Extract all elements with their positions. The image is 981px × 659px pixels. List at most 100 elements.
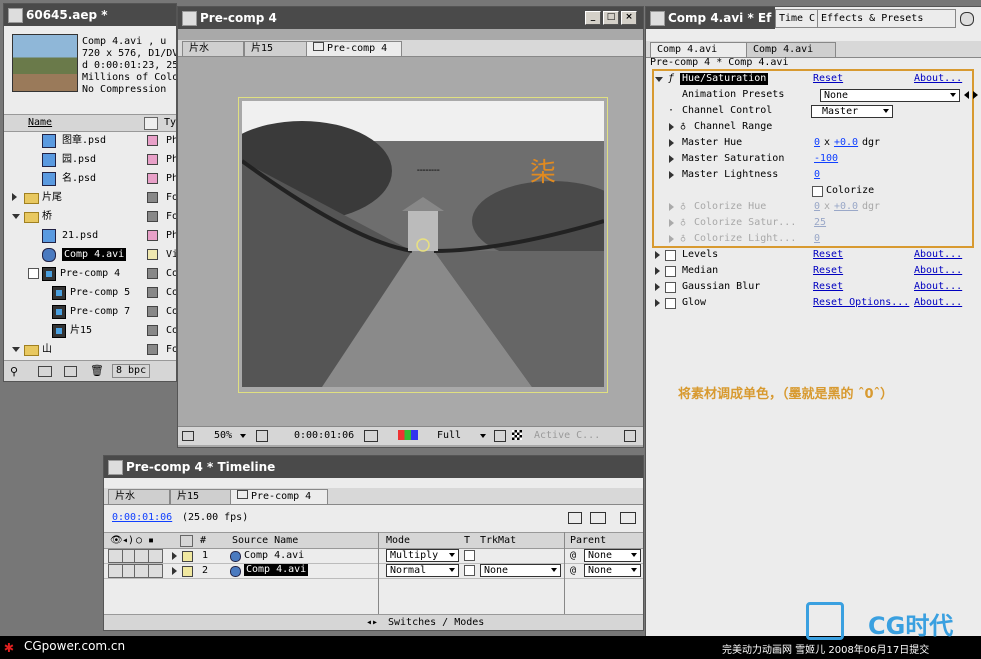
label-color-swatch[interactable] (182, 551, 193, 562)
expand-arrow-icon[interactable] (172, 552, 177, 560)
pickwhip-icon[interactable]: @ (570, 548, 576, 563)
about-link[interactable]: About... (914, 71, 962, 87)
expand-arrow-icon[interactable] (172, 567, 177, 575)
label-color-swatch[interactable] (147, 135, 158, 146)
new-folder-icon[interactable] (38, 366, 52, 377)
eye-toggle-icon[interactable] (108, 564, 123, 578)
timecode-display[interactable]: 0:00:01:06 (294, 429, 354, 443)
minimize-button[interactable]: _ (585, 11, 601, 25)
label-color-swatch[interactable] (147, 154, 158, 165)
solo-toggle-icon[interactable] (134, 564, 149, 578)
header-type[interactable]: Ty (164, 115, 176, 131)
timeline-timecode[interactable]: 0:00:01:06 (112, 512, 172, 523)
title-safe-icon[interactable] (256, 430, 268, 442)
effects-titlebar[interactable]: Comp 4.avi * Ef (646, 7, 775, 29)
snapshot-icon[interactable] (364, 430, 378, 442)
stopwatch-icon[interactable]: ♁ (680, 199, 686, 215)
label-color-swatch[interactable] (147, 211, 158, 222)
tab-pianshui[interactable]: 片水 (108, 489, 170, 504)
project-item[interactable]: 图章.psd Ph (4, 131, 176, 150)
stopwatch-icon[interactable]: ♁ (680, 231, 686, 247)
track-matte-dropdown[interactable]: None (480, 564, 561, 577)
fx-toggle-checkbox[interactable] (665, 298, 676, 309)
effect-row[interactable]: Median Reset About... (646, 263, 981, 279)
expand-arrow-icon[interactable] (655, 299, 660, 307)
project-item[interactable]: Comp 4.avi Vi (4, 245, 176, 264)
zoom-select[interactable]: 50% (214, 429, 232, 443)
project-item[interactable]: 片15 Co (4, 321, 176, 340)
reset-link[interactable]: Reset (813, 263, 843, 279)
effect-row[interactable]: Gaussian Blur Reset About... (646, 279, 981, 295)
region-of-interest-icon[interactable] (494, 430, 506, 442)
expand-arrow-icon[interactable] (12, 193, 17, 201)
expand-arrow-icon[interactable] (655, 283, 660, 291)
project-item[interactable]: Pre-comp 4 Co (4, 264, 176, 283)
expand-arrow-icon[interactable] (669, 155, 674, 163)
lock-toggle-icon[interactable] (148, 549, 163, 563)
new-comp-icon[interactable] (64, 366, 77, 377)
reset-link[interactable]: Reset (813, 279, 843, 295)
label-color-swatch[interactable] (147, 287, 158, 298)
effects-presets-tab[interactable]: Effects & Presets (817, 9, 956, 28)
resolution-dropdown-icon[interactable] (480, 434, 486, 438)
expand-arrow-icon[interactable] (669, 123, 674, 131)
draft-3d-icon[interactable] (590, 512, 606, 524)
effect-hue-saturation[interactable]: ƒ Hue/Saturation Reset About... (646, 71, 981, 87)
colorize-sat-value[interactable]: 25 (814, 215, 826, 231)
label-color-swatch[interactable] (147, 192, 158, 203)
effect-row[interactable]: Glow Reset Options... About... (646, 295, 981, 311)
comp-titlebar[interactable]: Pre-comp 4 _ □ × (178, 7, 643, 29)
hue-degrees[interactable]: +0.0 (834, 199, 858, 215)
reset-link[interactable]: Reset (813, 247, 843, 263)
project-item[interactable]: 21.psd Ph (4, 226, 176, 245)
time-controls-tab[interactable]: Time C (775, 9, 819, 28)
parent-dropdown[interactable]: None (584, 564, 641, 577)
hue-degrees[interactable]: +0.0 (834, 135, 858, 151)
fx-toggle-checkbox[interactable] (665, 250, 676, 261)
header-name[interactable]: Name (28, 115, 52, 131)
reset-link[interactable]: Reset (813, 71, 843, 87)
stopwatch-icon[interactable]: ♁ (680, 119, 686, 135)
about-link[interactable]: About... (914, 279, 962, 295)
timeline-titlebar[interactable]: Pre-comp 4 * Timeline (104, 456, 643, 478)
motion-blur-icon[interactable] (620, 512, 636, 524)
tab-comp4avi[interactable]: Comp 4.avi (650, 42, 750, 57)
colorize-checkbox[interactable] (812, 186, 823, 197)
preserve-transparency-checkbox[interactable] (464, 565, 475, 576)
project-item[interactable]: Pre-comp 7 Co (4, 302, 176, 321)
project-titlebar[interactable]: 60645.aep * (4, 4, 176, 26)
project-item[interactable]: 片尾 Fo (4, 188, 176, 207)
project-item[interactable]: 园.psd Ph (4, 150, 176, 169)
label-color-swatch[interactable] (147, 230, 158, 241)
fx-icon[interactable]: ƒ (668, 71, 674, 87)
tab-comp4avi-2[interactable]: Comp 4.avi (746, 42, 836, 57)
tab-pian15[interactable]: 片15 (244, 41, 308, 56)
hue-revolutions[interactable]: 0 (814, 199, 820, 215)
tab-precomp4[interactable]: Pre-comp 4 (230, 489, 328, 504)
camera-select[interactable]: Active C... (534, 429, 600, 443)
animation-presets-dropdown[interactable]: None (820, 89, 960, 102)
expand-collapse-icon[interactable]: ◂▸ (366, 615, 378, 630)
label-color-swatch[interactable] (147, 173, 158, 184)
label-color-swatch[interactable] (182, 566, 193, 577)
comp-marker-icon[interactable] (568, 512, 582, 524)
label-color-swatch[interactable] (147, 325, 158, 336)
project-item[interactable]: 山 Fo (4, 340, 176, 359)
find-icon[interactable]: ⚲ (10, 365, 18, 378)
expand-arrow-icon[interactable] (669, 171, 674, 179)
bpc-button[interactable]: 8 bpc (112, 364, 151, 378)
about-link[interactable]: About... (914, 247, 962, 263)
expand-arrow-icon[interactable] (669, 139, 674, 147)
eye-toggle-icon[interactable] (108, 549, 123, 563)
channel-control-dropdown[interactable]: Master (811, 105, 893, 118)
expand-arrow-icon[interactable] (669, 203, 674, 211)
tab-pian15[interactable]: 片15 (170, 489, 236, 504)
label-column-icon[interactable] (144, 117, 158, 130)
label-color-swatch[interactable] (147, 344, 158, 355)
close-button[interactable]: × (621, 11, 637, 25)
label-color-swatch[interactable] (147, 249, 158, 260)
maximize-button[interactable]: □ (603, 11, 619, 25)
stopwatch-icon[interactable]: ♁ (680, 215, 686, 231)
blend-mode-dropdown[interactable]: Multiply (386, 549, 459, 562)
resolution-select[interactable]: Full (437, 429, 461, 443)
